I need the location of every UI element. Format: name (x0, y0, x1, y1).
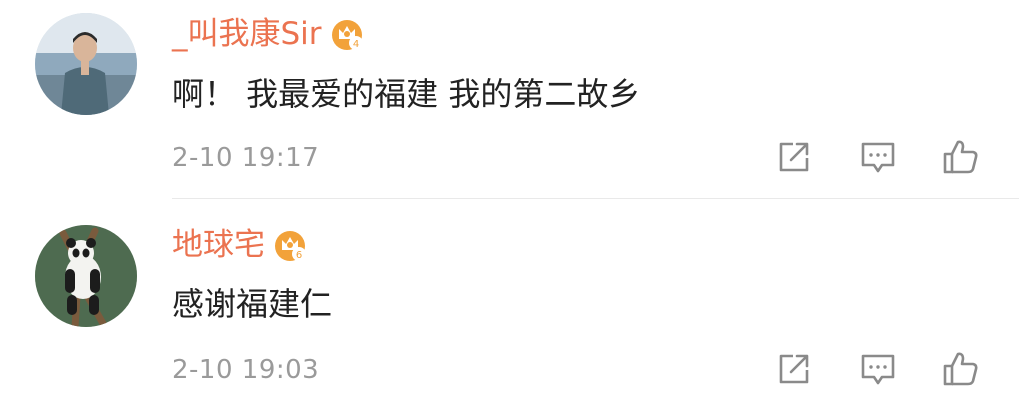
svg-text:6: 6 (296, 250, 302, 261)
comment-text: 啊！ 我最爱的福建 我的第二故乡 (172, 75, 641, 113)
like-icon[interactable] (941, 350, 979, 388)
comment-item-1: _叫我康Sir 4 啊！ 我最爱的福建 我的第二故乡 2-10 19:17 (0, 0, 1019, 198)
avatar[interactable] (35, 225, 137, 327)
comment-item-2: 地球宅 6 感谢福建仁 2-10 19:03 (0, 199, 1019, 401)
username[interactable]: _叫我康Sir (172, 14, 322, 54)
share-icon[interactable] (775, 138, 813, 176)
timestamp: 2-10 19:03 (172, 355, 320, 385)
crown-badge-icon: 4 (331, 20, 363, 50)
crown-badge-icon: 6 (275, 231, 306, 261)
username[interactable]: 地球宅 (172, 225, 265, 265)
name-row: _叫我康Sir 4 (172, 14, 364, 54)
comment-icon[interactable] (859, 350, 897, 388)
timestamp: 2-10 19:17 (172, 143, 320, 173)
like-icon[interactable] (941, 138, 979, 176)
comment-text: 感谢福建仁 (172, 285, 333, 323)
share-icon[interactable] (775, 350, 813, 388)
svg-text:4: 4 (352, 39, 358, 50)
name-row: 地球宅 6 (172, 225, 307, 265)
avatar[interactable] (35, 13, 137, 115)
comment-icon[interactable] (859, 138, 897, 176)
